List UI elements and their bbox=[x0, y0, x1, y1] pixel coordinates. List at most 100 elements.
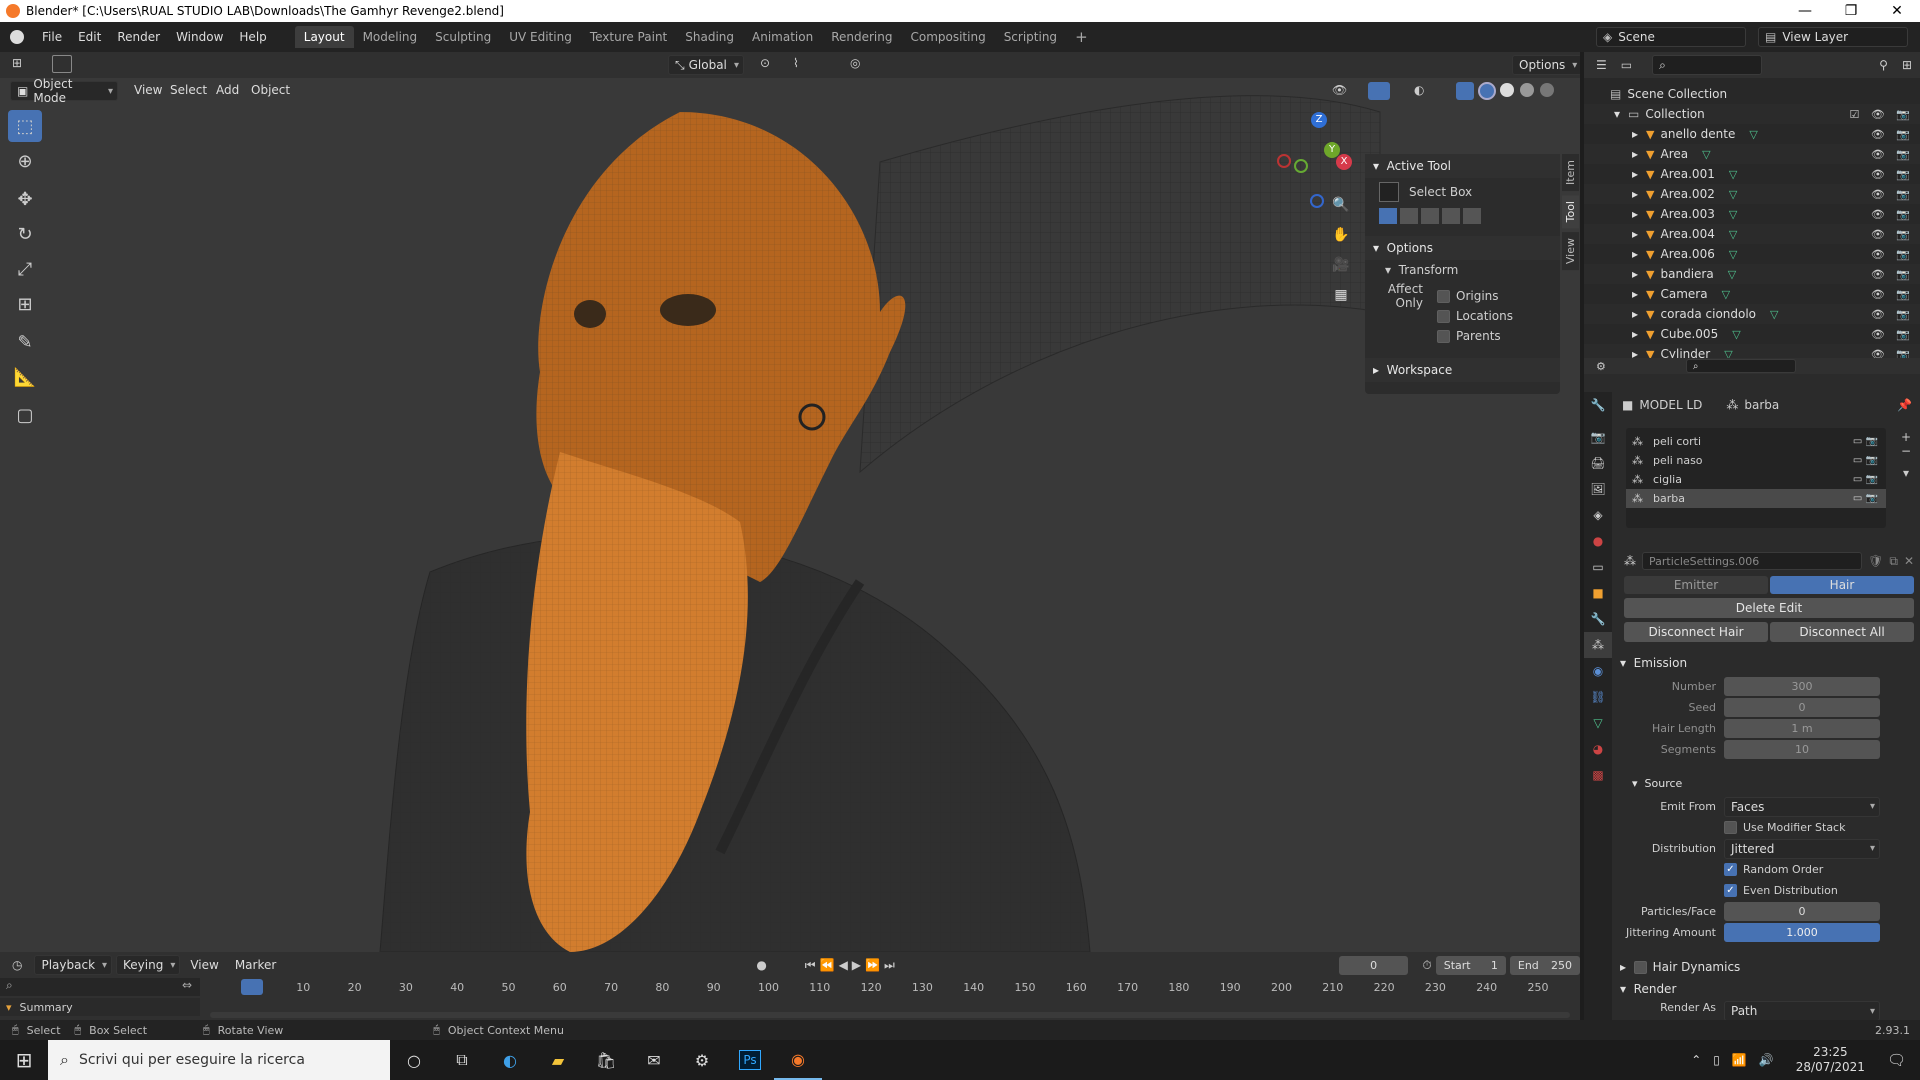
timeline-search-icon[interactable]: ⌕ bbox=[6, 978, 13, 992]
expand-arrow-icon[interactable]: ▸ bbox=[1632, 207, 1638, 221]
visibility-icons[interactable]: 👁 📷 bbox=[1871, 288, 1914, 301]
tab-compositing[interactable]: Compositing bbox=[901, 26, 994, 48]
taskbar-search-input[interactable]: ⌕ Scrivi qui per eseguire la ricerca bbox=[48, 1040, 390, 1080]
scale-tool[interactable]: ⤢ bbox=[8, 253, 42, 285]
expand-arrow-icon[interactable]: ▸ bbox=[1632, 147, 1638, 161]
tab-texture-paint[interactable]: Texture Paint bbox=[581, 26, 676, 48]
menu-edit[interactable]: Edit bbox=[70, 30, 109, 44]
gizmo-neg-y[interactable] bbox=[1294, 159, 1308, 173]
tab-uv-editing[interactable]: UV Editing bbox=[500, 26, 581, 48]
play-icon[interactable]: ▶ bbox=[852, 958, 861, 972]
particle-system-list[interactable]: ⁂ peli corti ▭ 📷 ⁂ peli naso ▭ 📷 ⁂ ciglia ▭ 📷 ⁂ ba… bbox=[1626, 428, 1886, 528]
world-tab-icon[interactable]: ● bbox=[1584, 528, 1612, 554]
photoshop-icon[interactable]: Ps bbox=[726, 1040, 774, 1080]
mode-extend-icon[interactable] bbox=[1400, 208, 1418, 224]
blender-taskbar-icon[interactable]: ◉ bbox=[774, 1040, 822, 1080]
play-reverse-icon[interactable]: ◀ bbox=[839, 958, 848, 972]
disconnect-hair-button[interactable]: Disconnect Hair bbox=[1624, 622, 1768, 642]
rotate-tool[interactable]: ↻ bbox=[8, 218, 42, 250]
visibility-icons[interactable]: 👁 📷 bbox=[1871, 128, 1914, 141]
visibility-icons[interactable]: 👁 📷 bbox=[1871, 188, 1914, 201]
mode-intersect-icon[interactable] bbox=[1463, 208, 1481, 224]
playhead[interactable] bbox=[241, 979, 263, 995]
3d-viewport[interactable]: ⊞ ⤡Global ⊙ ⌇ ◎ Options ▣Object Mode Vie… bbox=[0, 52, 1580, 952]
outliner-item[interactable]: ▸ ▼ corada ciondolo ▽ 👁 📷 bbox=[1584, 304, 1920, 324]
number-field[interactable]: 300 bbox=[1724, 677, 1880, 696]
expand-arrow-icon[interactable]: ▾ bbox=[1614, 107, 1620, 121]
scene-tab-icon[interactable]: ◈ bbox=[1584, 502, 1612, 528]
frame-ruler[interactable]: 0102030405060708090100110120130140150160… bbox=[200, 981, 1580, 997]
render-as-dropdown[interactable]: Path bbox=[1724, 1001, 1880, 1020]
object-tab-icon[interactable]: ■ bbox=[1584, 580, 1612, 606]
distribution-dropdown[interactable]: Jittered bbox=[1724, 838, 1880, 859]
start-frame-field[interactable]: Start 1 bbox=[1435, 955, 1506, 975]
constraints-tab-icon[interactable]: ⛓ bbox=[1584, 684, 1612, 710]
expand-arrow-icon[interactable]: ▸ bbox=[1632, 167, 1638, 181]
type-hair-button[interactable]: Hair bbox=[1770, 576, 1914, 594]
scene-collection-row[interactable]: ▤ Scene Collection bbox=[1584, 84, 1920, 104]
transform-subheader[interactable]: ▾ Transform bbox=[1365, 260, 1560, 280]
outliner-item[interactable]: ▸ ▼ bandiera ▽ 👁 📷 bbox=[1584, 264, 1920, 284]
particles-face-field[interactable]: 0 bbox=[1724, 902, 1880, 921]
pin-icon[interactable]: 📌 bbox=[1897, 398, 1912, 412]
view-layer-tab-icon[interactable]: 🖼 bbox=[1584, 476, 1612, 502]
render-tab-icon[interactable]: 📷 bbox=[1584, 424, 1612, 450]
add-cube-tool[interactable]: ▢ bbox=[8, 399, 42, 431]
outliner-item[interactable]: ▸ ▼ anello dente ▽ 👁 📷 bbox=[1584, 124, 1920, 144]
collection-row[interactable]: ▾ ▭ Collection ☑ 👁 📷 bbox=[1584, 104, 1920, 124]
filter-icon[interactable]: ⚲ bbox=[1879, 58, 1888, 72]
viewport-render-icons[interactable]: ▭ 📷 bbox=[1853, 455, 1878, 466]
cursor-tool[interactable]: ⊕ bbox=[8, 145, 42, 177]
tab-layout[interactable]: Layout bbox=[294, 26, 354, 48]
expand-arrow-icon[interactable]: ▸ bbox=[1632, 327, 1638, 341]
tab-sculpting[interactable]: Sculpting bbox=[426, 26, 500, 48]
pan-hand-icon[interactable]: ✋ bbox=[1328, 222, 1354, 248]
windows-start-icon[interactable]: ⊞ bbox=[0, 1040, 48, 1080]
particle-system-item[interactable]: ⁂ peli corti ▭ 📷 bbox=[1626, 432, 1886, 451]
next-keyframe-icon[interactable]: ⏩ bbox=[865, 958, 880, 972]
parents-checkbox[interactable] bbox=[1437, 329, 1450, 343]
gizmo-neg-z[interactable] bbox=[1310, 194, 1324, 208]
properties-editor-icon[interactable]: ⚙ bbox=[1596, 360, 1606, 373]
tab-modeling[interactable]: Modeling bbox=[354, 26, 427, 48]
mode-invert-icon[interactable] bbox=[1442, 208, 1460, 224]
hair-length-field[interactable]: 1 m bbox=[1724, 719, 1880, 738]
jump-start-icon[interactable]: ⏮ bbox=[805, 958, 816, 973]
visibility-icons[interactable]: 👁 📷 bbox=[1871, 148, 1914, 161]
tool-tab-icon[interactable]: 🔧 bbox=[1584, 392, 1612, 418]
move-tool[interactable]: ✥ bbox=[8, 183, 42, 215]
particle-system-item[interactable]: ⁂ ciglia ▭ 📷 bbox=[1626, 470, 1886, 489]
even-distribution-checkbox[interactable]: ✓ bbox=[1724, 884, 1737, 897]
viewport-render-icons[interactable]: ▭ 📷 bbox=[1853, 474, 1878, 485]
tab-view[interactable]: View bbox=[1562, 232, 1579, 271]
gizmo-x-axis[interactable]: X bbox=[1336, 154, 1352, 170]
add-slot-icon[interactable]: + bbox=[1896, 430, 1916, 444]
origins-checkbox[interactable] bbox=[1437, 289, 1450, 303]
material-tab-icon[interactable]: ◕ bbox=[1584, 736, 1612, 762]
outliner-item[interactable]: ▸ ▼ Area.002 ▽ 👁 📷 bbox=[1584, 184, 1920, 204]
visibility-icons[interactable]: 👁 📷 bbox=[1871, 268, 1914, 281]
menu-file[interactable]: File bbox=[34, 30, 70, 44]
menu-window[interactable]: Window bbox=[168, 30, 231, 44]
delete-edit-button[interactable]: Delete Edit bbox=[1624, 598, 1914, 618]
visibility-icons[interactable]: 👁 📷 bbox=[1871, 248, 1914, 261]
data-tab-icon[interactable]: ▽ bbox=[1584, 710, 1612, 736]
store-icon[interactable]: 🛍 bbox=[582, 1040, 630, 1080]
unlink-icon[interactable]: ✕ bbox=[1904, 554, 1914, 568]
use-modifier-stack-checkbox[interactable] bbox=[1724, 821, 1737, 834]
tab-shading[interactable]: Shading bbox=[676, 26, 743, 48]
source-panel-header[interactable]: ▾ Source bbox=[1632, 772, 1912, 794]
expand-arrow-icon[interactable]: ▸ bbox=[1632, 127, 1638, 141]
keying-dropdown[interactable]: Keying bbox=[116, 955, 181, 975]
expand-arrow-icon[interactable]: ▸ bbox=[1632, 287, 1638, 301]
stopwatch-icon[interactable]: ⏱ bbox=[1422, 958, 1431, 973]
expand-arrow-icon[interactable]: ▸ bbox=[1632, 187, 1638, 201]
texture-tab-icon[interactable]: ▩ bbox=[1584, 762, 1612, 788]
properties-search-input[interactable]: ⌕ bbox=[1685, 359, 1796, 373]
collection-tab-icon[interactable]: ▭ bbox=[1584, 554, 1612, 580]
outliner-item[interactable]: ▸ ▼ Cube.005 ▽ 👁 📷 bbox=[1584, 324, 1920, 344]
select-box-tool[interactable]: ⬚ bbox=[8, 110, 42, 142]
transform-tool[interactable]: ⊞ bbox=[8, 288, 42, 320]
gizmo-z-axis[interactable]: Z bbox=[1311, 112, 1327, 128]
render-panel-header[interactable]: ▾ Render bbox=[1620, 978, 1910, 1000]
